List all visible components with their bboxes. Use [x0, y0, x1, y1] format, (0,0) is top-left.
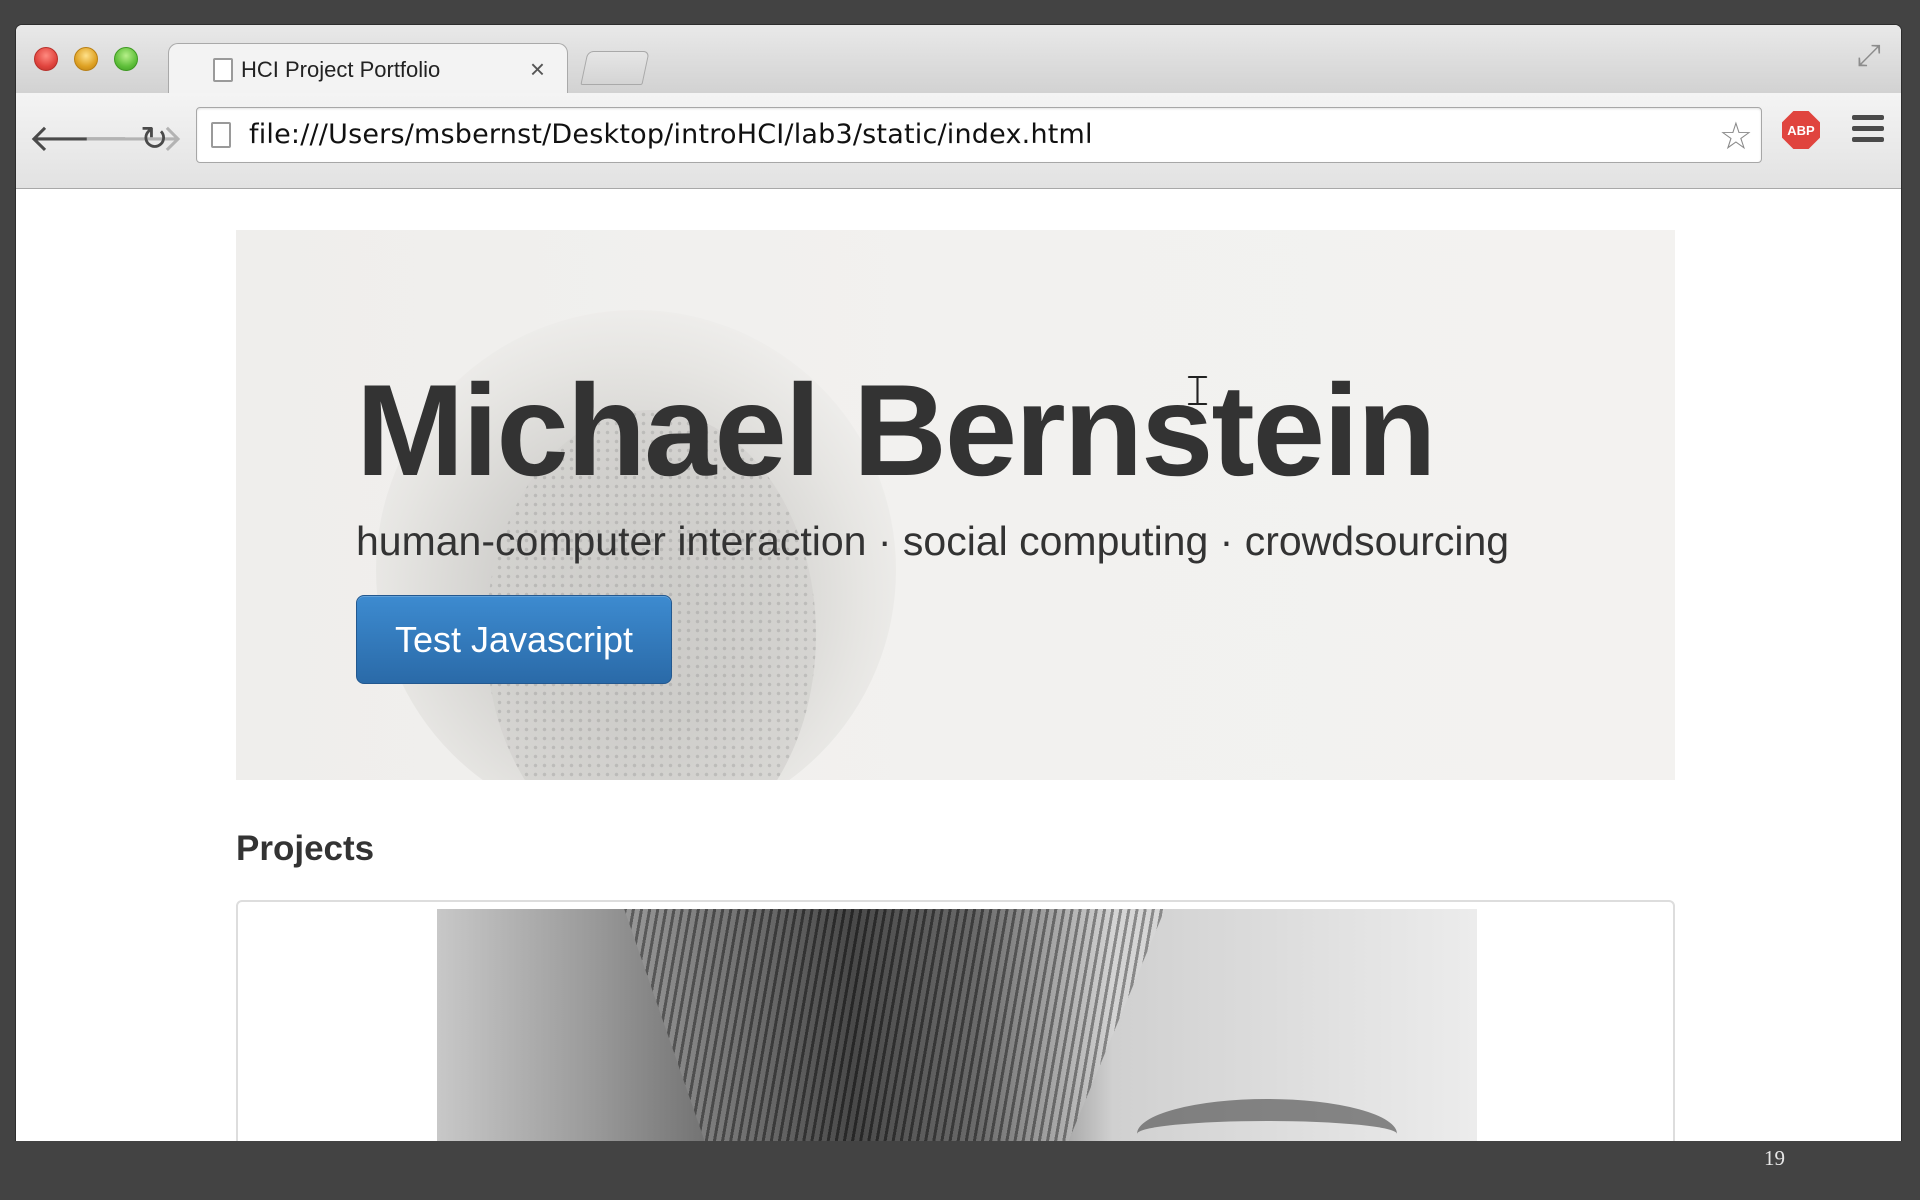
- url-text[interactable]: file:///Users/msbernst/Desktop/introHCI/…: [249, 119, 1093, 150]
- project-image[interactable]: [437, 909, 1477, 1141]
- tab-hci-project-portfolio[interactable]: HCI Project Portfolio ×: [168, 43, 568, 95]
- image-eyebrow: [1137, 1099, 1397, 1141]
- new-tab-button[interactable]: [580, 51, 650, 85]
- hero-tagline: human-computer interaction · social comp…: [356, 518, 1510, 564]
- browser-window: HCI Project Portfolio × ⤢ 🡐 🡒 ↻ file:///…: [16, 25, 1901, 1141]
- slide-bottom-bar: [0, 1141, 1920, 1200]
- reload-icon[interactable]: ↻: [140, 119, 169, 159]
- slide-number: 19: [1764, 1146, 1785, 1170]
- page-icon: [213, 58, 233, 82]
- zoom-window-button[interactable]: [114, 47, 138, 71]
- close-window-button[interactable]: [34, 47, 58, 71]
- page-content: Michael Bernstein human-computer interac…: [16, 189, 1901, 1141]
- tab-close-icon[interactable]: ×: [530, 54, 545, 85]
- hamburger-menu-icon[interactable]: [1852, 115, 1884, 148]
- hero-section: Michael Bernstein human-computer interac…: [236, 230, 1675, 780]
- page-icon: [211, 122, 231, 148]
- tab-strip: HCI Project Portfolio × ⤢: [16, 25, 1901, 95]
- adblock-icon[interactable]: ABP: [1782, 111, 1820, 149]
- test-javascript-button[interactable]: Test Javascript: [356, 595, 672, 684]
- projects-heading: Projects: [236, 829, 375, 868]
- hero-title: Michael Bernstein: [356, 357, 1437, 503]
- text-cursor-icon: 𝙸: [1182, 366, 1214, 415]
- tab-title: HCI Project Portfolio: [241, 57, 441, 82]
- address-bar[interactable]: file:///Users/msbernst/Desktop/introHCI/…: [196, 107, 1762, 163]
- fullscreen-icon[interactable]: ⤢: [1857, 39, 1881, 73]
- forward-arrow-icon[interactable]: 🡒: [82, 119, 184, 159]
- bookmark-star-icon[interactable]: ☆: [1719, 114, 1753, 159]
- project-card[interactable]: [236, 900, 1675, 1141]
- browser-toolbar: 🡐 🡒 ↻ file:///Users/msbernst/Desktop/int…: [16, 93, 1901, 189]
- minimize-window-button[interactable]: [74, 47, 98, 71]
